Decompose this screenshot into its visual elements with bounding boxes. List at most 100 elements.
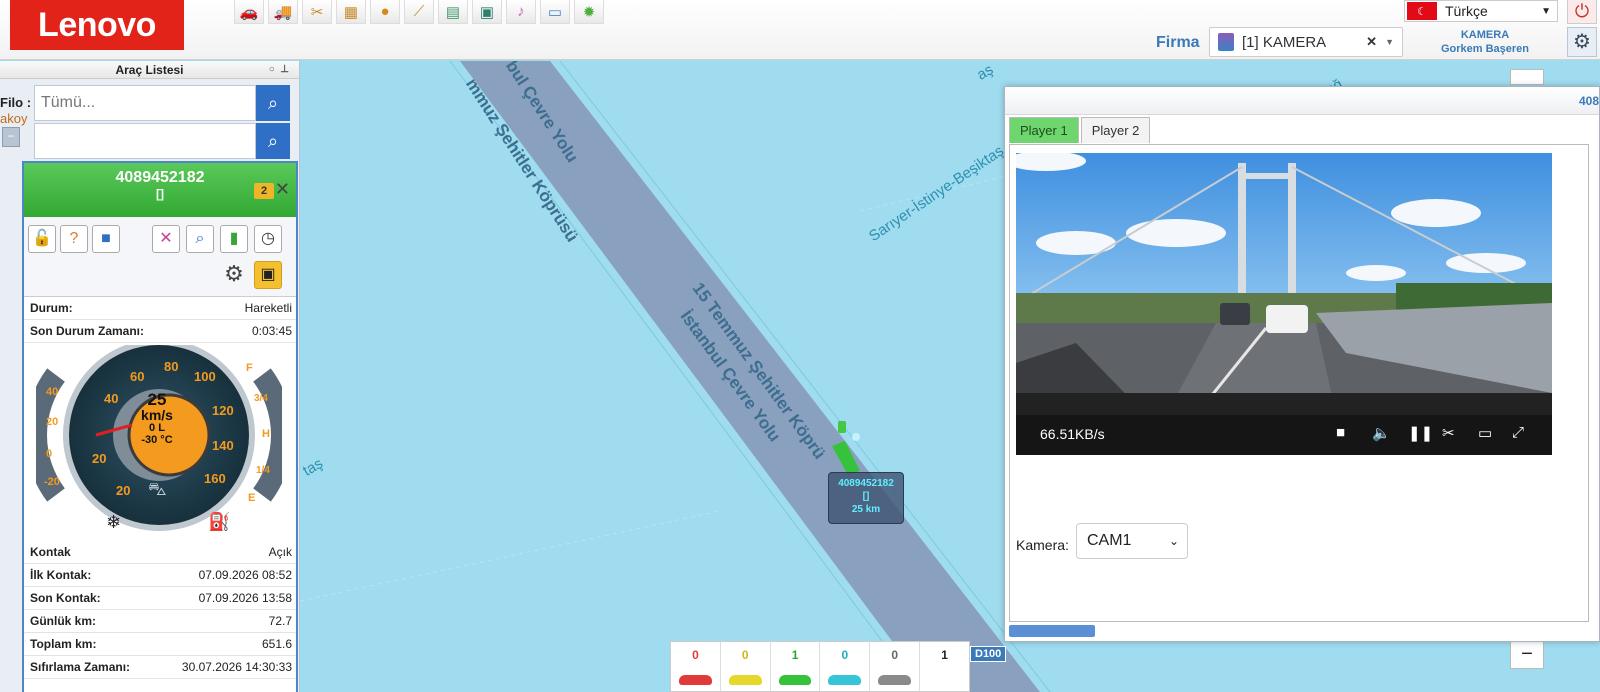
turkey-flag-icon: ☾ [1407, 2, 1437, 20]
badge-icon[interactable]: ▣ [472, 0, 502, 24]
player-titlebar[interactable]: 408 [1005, 87, 1599, 115]
vehicle-status-counts: 0 0 1 0 0 1 [670, 641, 970, 692]
car-icon [828, 675, 862, 685]
horizontal-scrollbar[interactable] [1009, 625, 1095, 637]
temp-tick: 0 [46, 448, 52, 460]
detail-rows: Kontak Açık İlk Kontak: 07.09.2026 08:52 S… [24, 541, 296, 679]
gauge-tick: 140 [212, 438, 234, 453]
marker-id: 4089452182 [838, 478, 894, 489]
grid-icon[interactable]: ▤ [438, 0, 468, 24]
gear-icon[interactable]: ⚙ [220, 261, 248, 289]
user-company: KAMERA [1460, 29, 1510, 41]
user-name: Gorkem Başeren [1440, 43, 1530, 55]
tools-icon[interactable]: ✕ [152, 225, 180, 253]
vehicle-search-input[interactable] [34, 123, 256, 159]
car-icon [728, 675, 762, 685]
car-icon [778, 675, 812, 685]
scissors-icon[interactable]: ✂ [1442, 424, 1455, 442]
gauge-tick: 60 [130, 369, 144, 384]
clear-icon[interactable]: ✕ [1366, 34, 1377, 50]
fuel-tick: H [262, 428, 270, 440]
status-count-green[interactable]: 1 [771, 642, 821, 691]
close-icon[interactable]: ✕ [275, 179, 290, 200]
header: Lenovo 🚗 🚚 ✂ ▦ ● ⟋ ▤ ▣ ♪ ▭ ✹ ☾ Türkçe ▼ … [0, 0, 1600, 60]
car-icon[interactable]: 🚗 [234, 0, 264, 24]
stop-icon[interactable]: ■ [1336, 424, 1345, 441]
camera-select[interactable]: CAM1 ⌄ [1076, 523, 1188, 559]
gauge-tick: 120 [212, 403, 234, 418]
language-select[interactable]: ☾ Türkçe ▼ [1404, 0, 1558, 22]
car-icon [679, 675, 712, 685]
location-question-icon[interactable]: ? [60, 225, 88, 253]
record-icon[interactable]: ▭ [1478, 424, 1492, 442]
antenna-icon[interactable]: ⟋ [404, 0, 434, 24]
video-feed[interactable]: 66.51KB/s ■ 🔈 ❚❚ ✂ ▭ ⤢ [1016, 153, 1552, 455]
firma-value: [1] KAMERA [1242, 33, 1327, 51]
camera-player-window: 408 Player 1 Player 2 66.51KB/s ■ 🔈 ❚❚ ✂… [1004, 86, 1600, 642]
temp-tick: -20 [44, 476, 60, 488]
temp-tick: 40 [46, 386, 58, 398]
vehicle-actions: 🔓 ? ■ ✕ ⌕ ▮ ◷ ⚙ ▣ [24, 217, 296, 297]
gauge-tick: 100 [194, 369, 216, 384]
clock-icon[interactable]: ◷ [254, 225, 282, 253]
company-icon [1218, 33, 1234, 51]
person-icon[interactable]: ● [370, 0, 400, 24]
collapse-icon[interactable]: − [2, 127, 20, 147]
gear-icon[interactable]: ✹ [574, 0, 604, 24]
pause-icon[interactable]: ❚❚ [1408, 424, 1433, 442]
filo-label: Filo : [0, 95, 32, 110]
status-count-total[interactable]: 1 [920, 642, 969, 691]
user-info[interactable]: KAMERA Gorkem Başeren [1430, 28, 1540, 56]
camera-icon[interactable]: ▣ [254, 261, 282, 289]
panel-title: Araç Listesi ○ ⊥ [0, 61, 299, 79]
status-rows: Durum: Hareketli Son Durum Zamanı: 0:03:… [24, 297, 296, 343]
map-icon[interactable]: ▦ [336, 0, 366, 24]
zoom-icon[interactable]: ⌕ [186, 225, 214, 253]
fuel-icon[interactable]: ▮ [220, 225, 248, 253]
vehicle-header[interactable]: 4089452182 [] 2 ✕ [24, 163, 296, 217]
gauge-tick: 20 [92, 451, 106, 466]
car-icon [878, 675, 912, 685]
search-icon[interactable]: ⌕ [256, 123, 290, 159]
bitrate-label: 66.51KB/s [1040, 426, 1105, 442]
vehicle-map-marker[interactable]: 4089452182 [] 25 km [828, 472, 904, 524]
settings-gear-icon[interactable]: ⚙ [1567, 27, 1597, 57]
fuel-pump-icon: ⛽ [208, 511, 230, 531]
video-camera-icon[interactable]: ■ [92, 225, 120, 253]
status-count-red[interactable]: 0 [671, 642, 721, 691]
bell-icon[interactable]: ♪ [506, 0, 536, 24]
fuel-tick: 3/4 [254, 393, 268, 404]
search-icon[interactable]: ⌕ [256, 85, 290, 121]
fullscreen-icon[interactable]: ⤢ [1512, 424, 1524, 441]
coolant-temp-icon: ❄ [106, 512, 121, 531]
firma-select[interactable]: [1] KAMERA ✕ ▼ [1209, 27, 1403, 57]
status-count-grey[interactable]: 0 [870, 642, 921, 691]
status-count-yellow[interactable]: 0 [721, 642, 771, 691]
chevron-down-icon: ▼ [1541, 5, 1551, 17]
firma-label: Firma [1156, 34, 1200, 51]
status-count-cyan[interactable]: 0 [820, 642, 871, 691]
chevron-down-icon[interactable]: ▼ [1385, 37, 1394, 47]
detail-row: Kontak Açık [24, 541, 296, 564]
fleet-search-input[interactable]: Tümü... [34, 85, 256, 121]
lenovo-logo: Lenovo [10, 0, 184, 50]
detail-row: İlk Kontak: 07.09.2026 08:52 [24, 564, 296, 587]
zoom-out-button[interactable]: − [1510, 639, 1544, 669]
power-icon[interactable]: ⏻ [1567, 0, 1597, 24]
speed-value: 25 [147, 390, 167, 409]
tab-player-1[interactable]: Player 1 [1009, 117, 1079, 143]
player-title: 408 [1578, 94, 1599, 108]
pin-icon[interactable]: ○ ⊥ [269, 61, 289, 79]
detail-row: Toplam km: 651.6 [24, 633, 296, 656]
volume-icon[interactable]: 🔈 [1372, 424, 1391, 442]
truck-icon[interactable]: 🚚 [268, 0, 298, 24]
chevron-down-icon: ⌄ [1168, 534, 1179, 548]
zoom-in-button[interactable] [1510, 69, 1544, 85]
gauge-tick: 40 [104, 391, 118, 406]
unlock-icon[interactable]: 🔓 [28, 225, 56, 253]
notification-badge[interactable]: 2 [254, 183, 274, 199]
camera-label: Kamera: [1016, 537, 1069, 553]
id-card-icon[interactable]: ▭ [540, 0, 570, 24]
tab-player-2[interactable]: Player 2 [1080, 117, 1151, 143]
tools-icon[interactable]: ✂ [302, 0, 332, 24]
